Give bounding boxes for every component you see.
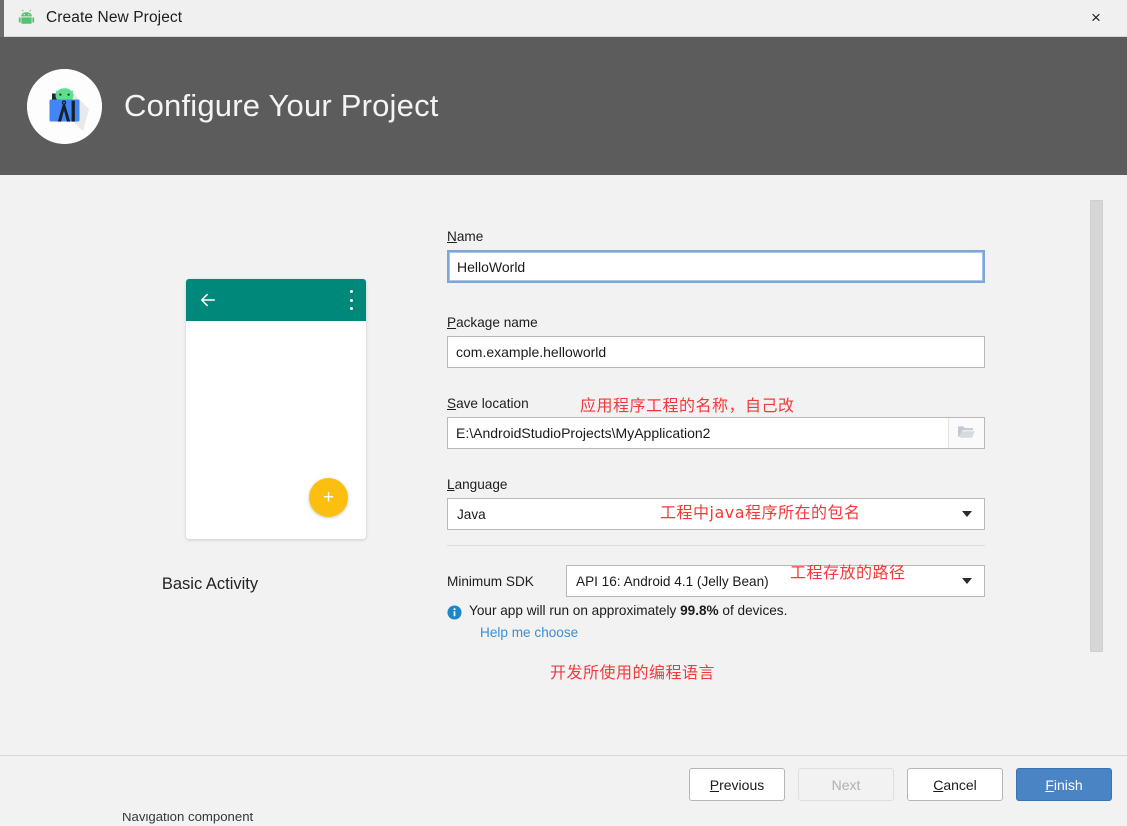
- floating-action-button: +: [309, 478, 348, 517]
- cancel-mnemonic: C: [933, 776, 944, 793]
- template-preview-panel: + Basic Activity Creates a new basic act…: [0, 175, 420, 824]
- coverage-text-before: Your app will run on approximately: [469, 603, 681, 618]
- android-robot-icon: [16, 8, 36, 28]
- field-package-name: Package name: [447, 315, 987, 368]
- annotation-language: 开发所使用的编程语言: [550, 663, 716, 682]
- browse-folder-button[interactable]: [948, 418, 984, 448]
- finish-mnemonic: F: [1045, 776, 1054, 793]
- previous-rest: revious: [719, 776, 765, 793]
- arrow-left-icon: [198, 290, 218, 310]
- name-label-rest: ame: [456, 229, 484, 244]
- package-name-label-mnemonic: P: [447, 315, 457, 330]
- android-studio-logo: [27, 68, 102, 144]
- activity-preview-card: +: [186, 279, 366, 539]
- help-me-choose-link[interactable]: Help me choose: [480, 625, 578, 640]
- form-scrollbar-track[interactable]: [1090, 195, 1103, 665]
- device-coverage-line: Your app will run on approximately 99.8%…: [447, 603, 1015, 620]
- name-label-mnemonic: N: [447, 229, 457, 244]
- minimum-sdk-label: Minimum SDK: [447, 573, 534, 589]
- language-label: Language: [447, 477, 987, 492]
- device-coverage-text: Your app will run on approximately 99.8%…: [469, 603, 787, 618]
- annotation-name: 应用程序工程的名称，自己改: [580, 396, 795, 415]
- form-scroll-viewport: Name Package name Save location: [420, 193, 1127, 667]
- info-icon: [447, 605, 462, 620]
- device-coverage-info: Your app will run on approximately 99.8%…: [447, 603, 1015, 642]
- wizard-footer: Previous Next Cancel Finish: [0, 755, 1127, 813]
- annotation-save-location: 工程存放的路径: [790, 563, 906, 582]
- annotation-package: 工程中java程序所在的包名: [660, 503, 861, 522]
- save-location-label-mnemonic: S: [447, 396, 457, 411]
- package-name-input[interactable]: [447, 336, 985, 368]
- minimum-sdk-select[interactable]: API 16: Android 4.1 (Jelly Bean): [566, 565, 985, 597]
- more-vertical-icon: [349, 290, 353, 310]
- wizard-header: Configure Your Project: [0, 37, 1127, 175]
- package-name-label: Package name: [447, 315, 987, 330]
- form-divider: [447, 545, 985, 546]
- field-name: Name: [447, 229, 987, 283]
- language-label-mnemonic: L: [447, 477, 455, 492]
- chevron-down-icon: [962, 511, 972, 517]
- project-form-panel: Name Package name Save location: [420, 175, 1127, 755]
- language-label-rest: anguage: [454, 477, 508, 492]
- package-name-label-rest: ackage name: [456, 315, 538, 330]
- name-input[interactable]: [447, 250, 985, 283]
- close-icon[interactable]: ×: [1065, 0, 1127, 36]
- titlebar-accent: [0, 0, 4, 37]
- form-scrollbar-thumb[interactable]: [1090, 200, 1103, 652]
- preview-app-bar: [186, 279, 366, 321]
- cancel-button[interactable]: Cancel: [907, 768, 1003, 801]
- window-title-bar: Create New Project ×: [0, 0, 1127, 37]
- window-title: Create New Project: [46, 9, 183, 26]
- name-label: Name: [447, 229, 987, 244]
- coverage-text-after: of devices.: [718, 603, 788, 618]
- chevron-down-icon: [962, 578, 972, 584]
- finish-button[interactable]: Finish: [1016, 768, 1112, 801]
- field-minimum-sdk: Minimum SDK API 16: Android 4.1 (Jelly B…: [447, 565, 1015, 597]
- minimum-sdk-selected-value: API 16: Android 4.1 (Jelly Bean): [576, 573, 769, 589]
- save-location-input[interactable]: [447, 417, 985, 449]
- wizard-content: + Basic Activity Creates a new basic act…: [0, 175, 1127, 824]
- next-button[interactable]: Next: [798, 768, 894, 801]
- template-name: Basic Activity: [161, 575, 259, 593]
- language-selected-value: Java: [457, 506, 486, 522]
- save-location-label-rest: ave location: [456, 396, 529, 411]
- page-title: Configure Your Project: [124, 88, 439, 123]
- coverage-percent: 99.8%: [680, 603, 719, 618]
- save-location-input-group: [447, 417, 985, 449]
- previous-button[interactable]: Previous: [689, 768, 785, 801]
- cancel-rest: ancel: [943, 776, 977, 793]
- finish-rest: inish: [1053, 776, 1083, 793]
- previous-mnemonic: P: [709, 776, 720, 793]
- folder-icon: [957, 424, 976, 443]
